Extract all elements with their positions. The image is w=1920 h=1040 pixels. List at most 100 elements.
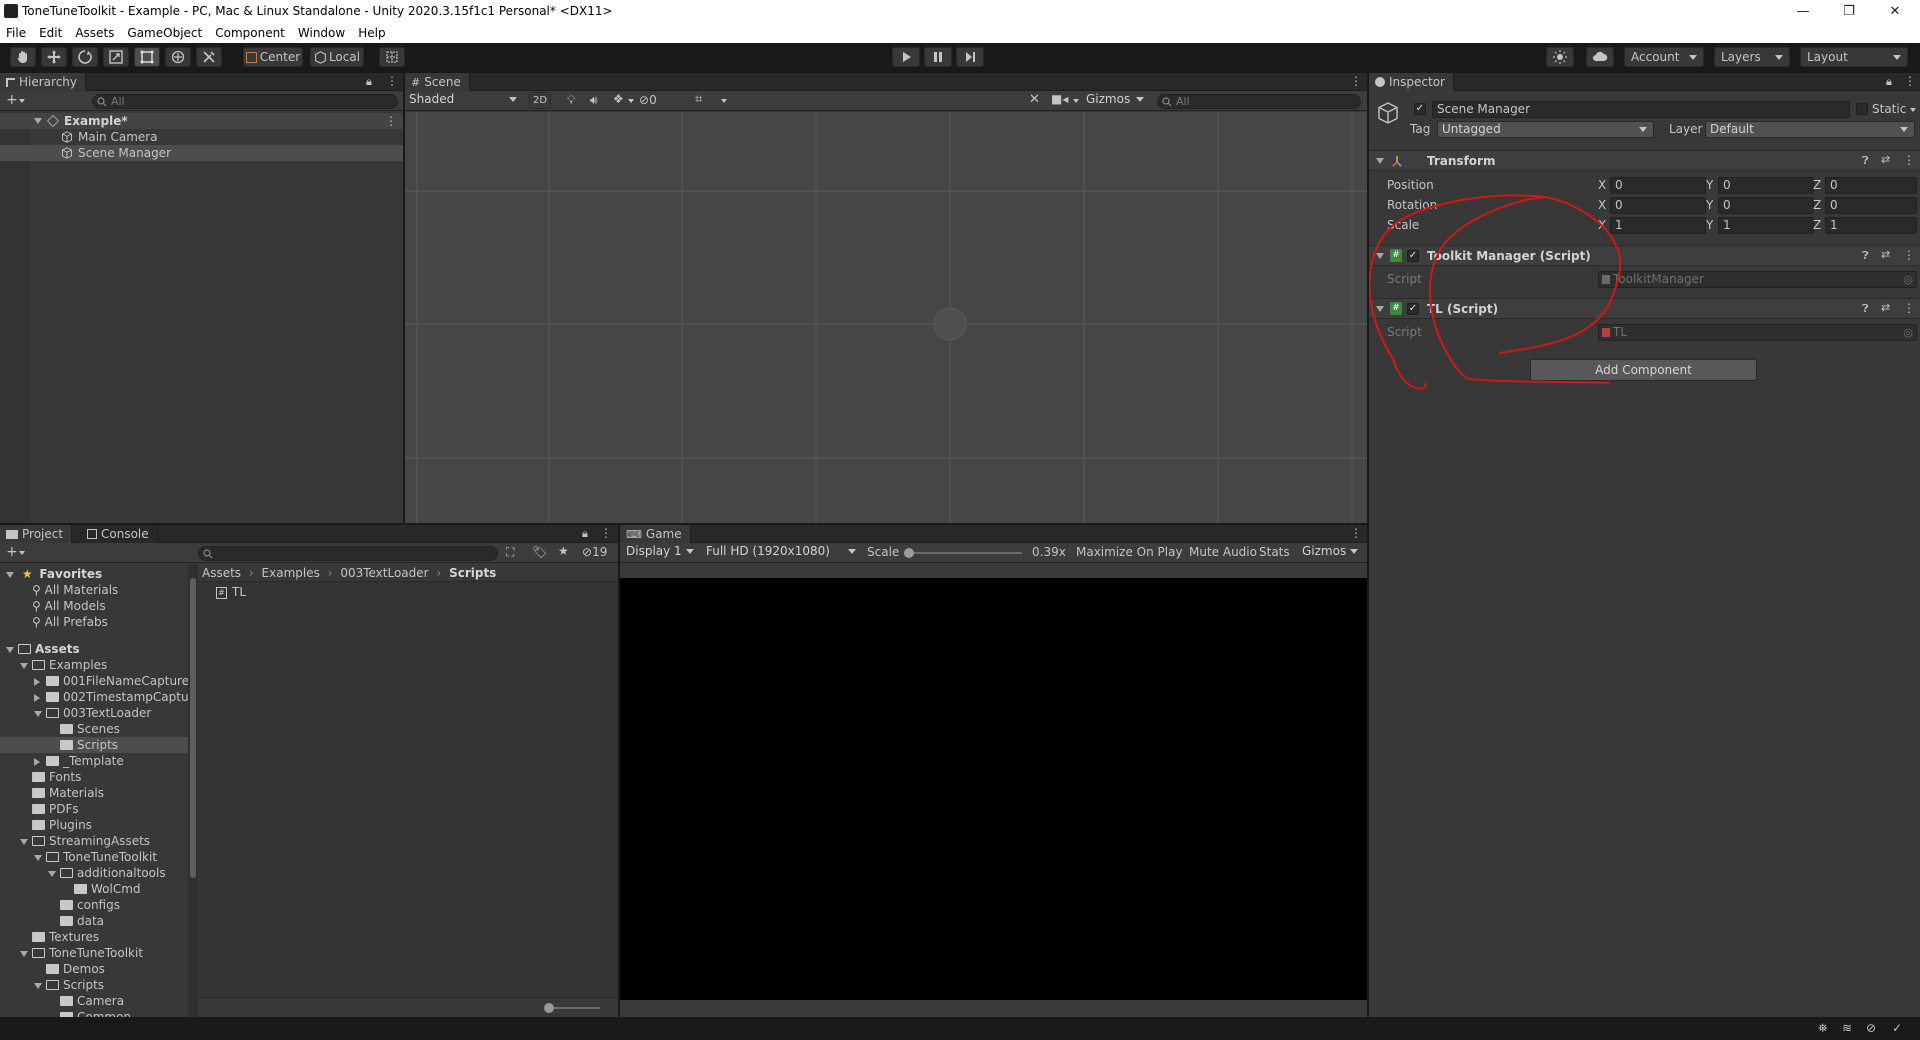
menu-help[interactable]: Help (358, 26, 385, 40)
breadcrumb-item-current[interactable]: Scripts (449, 566, 496, 580)
position-x-field[interactable]: 0 (1610, 177, 1706, 194)
help-icon[interactable]: ❓︎ (1862, 302, 1869, 316)
cloud-button[interactable] (1586, 47, 1614, 67)
resolution-dropdown[interactable]: Full HD (1920x1080) (702, 544, 862, 561)
layers-dropdown[interactable]: Layers (1714, 47, 1790, 67)
hidden-packages-toggle[interactable]: ⊘19 (582, 545, 607, 559)
custom-tool-button[interactable] (196, 47, 222, 67)
tree-item[interactable]: Scenes (0, 721, 188, 737)
package-services-button[interactable] (1546, 47, 1574, 67)
static-checkbox[interactable] (1856, 103, 1868, 115)
restore-button[interactable]: ❐ (1826, 0, 1872, 22)
rotate-tool-button[interactable] (72, 47, 98, 67)
progress-icon[interactable]: ⊘ (1866, 1021, 1876, 1035)
scene-viewport[interactable] (405, 112, 1367, 523)
tree-item[interactable]: configs (0, 897, 188, 913)
scale-y-field[interactable]: 1 (1718, 217, 1814, 234)
gizmos-dropdown[interactable]: Gizmos (1298, 544, 1364, 561)
scale-tool-button[interactable] (103, 47, 129, 67)
object-picker-icon[interactable]: ◎ (1903, 325, 1913, 340)
expand-triangle-icon[interactable] (20, 950, 28, 957)
expand-triangle-icon[interactable] (20, 662, 28, 669)
audio-icon[interactable]: 🔊︎ (590, 93, 598, 108)
project-search-input[interactable] (198, 546, 498, 561)
tab-scene[interactable]: # Scene (405, 73, 470, 91)
tree-item[interactable]: Common (0, 1009, 188, 1017)
expand-triangle-icon[interactable] (1376, 158, 1384, 164)
tree-item[interactable]: 001FileNameCapturer (0, 673, 188, 689)
expand-triangle-icon[interactable] (34, 982, 42, 989)
scale-slider-thumb[interactable] (904, 548, 914, 558)
camera-icon[interactable]: ■◂ (1051, 92, 1068, 106)
breadcrumb-item[interactable]: Examples (262, 566, 320, 580)
stack-icon[interactable]: ≋ (1842, 1021, 1852, 1035)
space-local-button[interactable]: Local (310, 47, 364, 67)
collapse-triangle-icon[interactable] (34, 677, 40, 686)
grid-icon[interactable]: ⌗ (695, 92, 702, 107)
expand-triangle-icon[interactable] (34, 854, 42, 861)
transform-header[interactable]: Transform ❓︎ ⇄ ⋮ (1369, 150, 1920, 171)
kebab-menu-icon[interactable]: ⋮ (600, 526, 612, 540)
shading-mode-dropdown[interactable]: Shaded (405, 92, 523, 109)
mute-audio-toggle[interactable]: Mute Audio (1189, 545, 1257, 559)
active-checkbox[interactable]: ✓ (1414, 103, 1426, 115)
scene-search-input[interactable]: All (1157, 94, 1361, 109)
tree-item[interactable]: Textures (0, 929, 188, 945)
rect-tool-button[interactable] (134, 47, 160, 67)
menu-gameobject[interactable]: GameObject (127, 26, 202, 40)
kebab-menu-icon[interactable]: ⋮ (1904, 74, 1916, 88)
tree-item[interactable]: Scripts (0, 977, 188, 993)
game-viewport[interactable] (620, 578, 1367, 1000)
chevron-down-icon[interactable] (19, 99, 25, 103)
position-y-field[interactable]: 0 (1718, 177, 1814, 194)
tools-icon[interactable]: ✕ (1029, 92, 1040, 107)
preset-icon[interactable]: ⇄ (1881, 301, 1890, 314)
check-icon[interactable]: ✓ (1892, 1021, 1902, 1035)
menu-file[interactable]: File (6, 26, 26, 40)
close-button[interactable]: ✕ (1872, 0, 1918, 22)
chevron-down-icon[interactable] (19, 551, 25, 555)
minimize-button[interactable]: — (1780, 0, 1826, 22)
move-tool-button[interactable] (41, 47, 67, 67)
tree-item[interactable]: Demos (0, 961, 188, 977)
gizmos-dropdown[interactable]: Gizmos (1082, 92, 1150, 109)
favorite-item[interactable]: ⚲ All Prefabs (32, 614, 108, 630)
favorite-star-icon[interactable]: ★ (558, 544, 569, 558)
toolkit-manager-script-field[interactable]: ToolkitManager ◎ (1598, 271, 1917, 288)
preset-icon[interactable]: ⇄ (1881, 248, 1890, 261)
favorite-item[interactable]: ⚲ All Materials (32, 582, 118, 598)
preset-icon[interactable]: ⇄ (1881, 153, 1890, 166)
collapse-triangle-icon[interactable] (34, 757, 40, 766)
create-button[interactable]: + (6, 544, 18, 560)
rotation-y-field[interactable]: 0 (1718, 197, 1814, 214)
rotation-z-field[interactable]: 0 (1825, 197, 1917, 214)
chevron-down-icon[interactable] (1073, 99, 1079, 103)
scale-slider-track[interactable] (907, 552, 1022, 554)
chevron-down-icon[interactable] (721, 99, 727, 103)
menu-assets[interactable]: Assets (75, 26, 114, 40)
hidden-objects-toggle[interactable]: ⊘0 (639, 93, 657, 107)
kebab-menu-icon[interactable]: ⋮ (1903, 248, 1915, 262)
menu-edit[interactable]: Edit (39, 26, 62, 40)
tree-item[interactable]: 002TimestampCapturer (0, 689, 188, 705)
tree-item[interactable]: Examples (0, 657, 188, 673)
tree-item[interactable]: Fonts (0, 769, 188, 785)
file-item[interactable]: # TL (216, 584, 246, 600)
maximize-on-play-toggle[interactable]: Maximize On Play (1076, 545, 1183, 559)
effects-icon[interactable]: ❖ (613, 92, 624, 106)
tab-game[interactable]: ⌨︎ Game (620, 525, 691, 543)
object-name-field[interactable]: Scene Manager (1432, 101, 1850, 118)
tree-item[interactable]: Scripts (0, 737, 188, 753)
account-dropdown[interactable]: Account (1624, 47, 1704, 67)
breadcrumb-item[interactable]: 003TextLoader (340, 566, 428, 580)
lock-icon[interactable]: 🔒︎ (1886, 75, 1892, 89)
collapse-triangle-icon[interactable] (34, 693, 40, 702)
pivot-center-button[interactable]: Center (243, 47, 303, 67)
hand-tool-button[interactable] (10, 47, 36, 67)
position-z-field[interactable]: 0 (1825, 177, 1917, 194)
chevron-down-icon[interactable] (1910, 108, 1916, 112)
kebab-menu-icon[interactable]: ⋮ (386, 74, 398, 88)
hierarchy-item-scene-manager[interactable]: Scene Manager (0, 145, 403, 161)
tree-item[interactable]: Materials (0, 785, 188, 801)
tag-dropdown[interactable]: Untagged (1437, 121, 1654, 138)
